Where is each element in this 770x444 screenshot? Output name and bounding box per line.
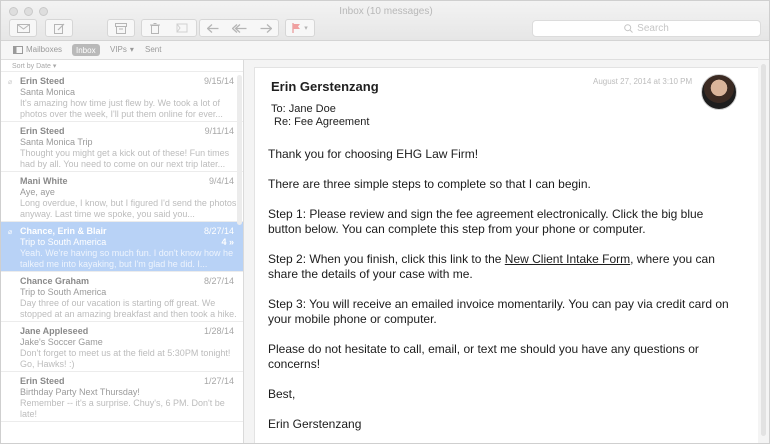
list-item[interactable]: ⌀ Erin Steed 9/15/14 Santa Monica It's a… [1,72,243,122]
message-preview: Day three of our vacation is starting of… [20,298,237,319]
sidebar-icon [13,45,23,54]
message-preview: Long overdue, I know, but I figured I'd … [20,198,237,219]
list-item[interactable]: Erin Steed 9/11/14 Santa Monica Trip Tho… [1,122,243,172]
message-subject: Trip to South America [20,237,107,247]
archive-icon [115,22,127,34]
reply-icon[interactable] [206,23,219,33]
message-subject: Santa Monica [20,87,76,97]
reply-group [199,19,279,37]
attachment-icon: ⌀ [8,229,13,236]
forward-icon[interactable] [260,23,272,33]
mailboxes-label: Mailboxes [26,45,63,54]
search-icon [624,24,634,33]
message-recipient: To: Jane Doe [271,103,336,115]
list-item[interactable]: Jane Appleseed 1/28/14 Jake's Soccer Gam… [1,322,243,372]
sort-label: Sort by Date [12,63,51,70]
body-paragraph: Thank you for choosing EHG Law Firm! [268,147,479,161]
message-subject: Birthday Party Next Thursday! [20,387,140,397]
scrollbar-thumb[interactable] [761,64,766,436]
search-placeholder: Search [637,23,669,34]
mail-window: Inbox (10 messages) ▾ Search Mailboxes I… [0,0,770,444]
inbox-label: Inbox [76,45,96,55]
body-paragraph: Step 3: You will receive an emailed invo… [268,297,729,326]
message-preview: Don't forget to meet us at the field at … [20,348,231,369]
avatar [701,74,737,110]
chevron-down-icon: ▾ [52,63,57,70]
body-text: Step 2: When you finish, click this link… [268,252,505,266]
junk-icon[interactable] [176,23,188,33]
list-item[interactable]: Chance Graham 8/27/14 Trip to South Amer… [1,272,243,322]
message-sender-name: Erin Gerstenzang [271,79,379,94]
compose-button[interactable] [45,19,73,37]
body-paragraph: Please do not hesitate to call, email, o… [268,342,699,371]
message-date: 8/27/14 [203,276,234,286]
chevron-down-icon: ▾ [304,25,308,32]
chevron-right-icon: » [228,237,234,247]
message-date: 9/11/14 [204,126,234,136]
reading-pane-scrollbar[interactable] [758,60,769,443]
sent-label: Sent [145,45,162,54]
flag-icon [292,23,301,33]
favorite-vips[interactable]: VIPs ▾ [110,45,134,54]
message-subject: Trip to South America [20,287,107,297]
message-subject: Jake's Soccer Game [20,337,103,347]
toolbar: Inbox (10 messages) ▾ Search [1,1,769,41]
trash-junk-group [141,19,197,37]
message-list: Sort by Date ▾ ⌀ Erin Steed 9/15/14 Sant… [1,60,244,443]
message-body: Thank you for choosing EHG Law Firm! The… [268,147,738,443]
thread-count-badge: 4 » [221,237,234,248]
favorites-bar: Mailboxes Inbox VIPs ▾ Sent [1,41,769,60]
list-item-selected[interactable]: ⌀ Chance, Erin & Blair 8/27/14 4 » Trip … [1,222,243,272]
trash-icon[interactable] [150,22,160,34]
body-paragraph: Best, [268,387,296,401]
sort-menu[interactable]: Sort by Date ▾ [1,60,243,72]
compose-icon [53,23,64,34]
favorite-inbox[interactable]: Inbox [72,44,100,56]
message-date: 9/15/14 [203,76,234,86]
message-preview: Remember -- it's a surprise. Chuy's, 6 P… [20,398,225,419]
message-subject: Santa Monica Trip [20,137,93,147]
message-view: Erin Gerstenzang To: Jane Doe Re: Fee Ag… [254,67,759,443]
reply-all-icon[interactable] [231,23,247,33]
flag-menu-button[interactable]: ▾ [285,19,315,37]
envelope-icon [16,23,30,33]
message-date: 9/4/14 [208,176,234,186]
message-list-scrollbar[interactable] [237,75,242,225]
list-item[interactable]: Erin Steed 1/27/14 Birthday Party Next T… [1,372,243,422]
body-paragraph: Step 1: Please review and sign the fee a… [268,207,704,236]
favorite-sent[interactable]: Sent [145,45,161,54]
window-title: Inbox (10 messages) [339,6,433,17]
message-date: 1/28/14 [203,326,234,336]
archive-button[interactable] [107,19,135,37]
attachment-icon: ⌀ [8,79,13,86]
message-date: 8/27/14 [203,226,234,236]
message-preview: Thought you might get a kick out of thes… [20,148,230,169]
message-subject-line: Re: Fee Agreement [274,116,370,128]
mailboxes-button[interactable]: Mailboxes [13,45,62,54]
get-mail-button[interactable] [9,19,37,37]
intake-form-link[interactable]: New Client Intake Form [505,252,630,266]
message-subject: Aye, aye [20,187,55,197]
vips-label: VIPs [110,45,127,54]
reading-pane: Erin Gerstenzang To: Jane Doe Re: Fee Ag… [244,60,769,443]
message-sender: Mani White [20,176,68,186]
search-input[interactable]: Search [532,20,761,37]
list-item[interactable]: Mani White 9/4/14 Aye, aye Long overdue,… [1,172,243,222]
message-preview: It's amazing how time just flew by. We t… [20,98,223,119]
body-paragraph: There are three simple steps to complete… [268,177,591,191]
message-preview: Yeah. We're having so much fun. I don't … [20,248,234,269]
message-timestamp: August 27, 2014 at 3:10 PM [593,77,693,86]
body-paragraph: Step 2: When you finish, click this link… [268,252,738,282]
thread-count: 4 [221,237,227,247]
signature: Erin Gerstenzang [268,417,362,431]
message-date: 1/27/14 [203,376,234,386]
chevron-down-icon: ▾ [129,45,134,54]
